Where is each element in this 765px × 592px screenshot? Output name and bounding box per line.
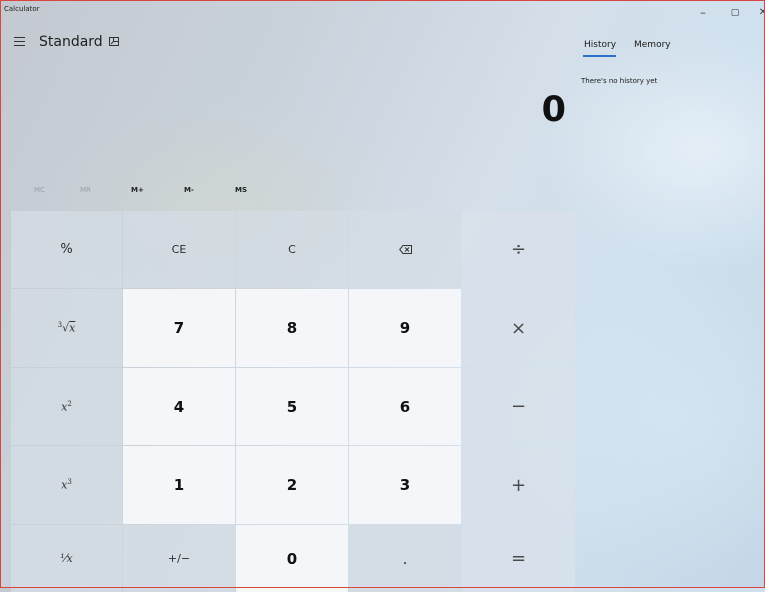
cube-root-var: x [69, 321, 76, 335]
digit-9-label: 9 [399, 319, 411, 337]
reciprocal-button[interactable]: ⅟x [11, 525, 122, 592]
keypad: % CE C ÷ 3√x 7 8 9 × x2 4 5 6 − x3 1 2 3… [11, 211, 575, 592]
subtract-label: − [510, 396, 527, 417]
digit-1-label: 1 [173, 476, 185, 494]
minimize-button[interactable]: – [695, 6, 711, 19]
result-display: 0 [541, 90, 566, 130]
digit-5-button[interactable]: 5 [236, 368, 348, 445]
cube-root-button[interactable]: 3√x [11, 289, 122, 367]
digit-4-button[interactable]: 4 [123, 368, 235, 445]
add-button[interactable]: + [462, 446, 575, 524]
memory-subtract-button[interactable]: M- [184, 186, 194, 194]
memory-recall-button[interactable]: MR [80, 186, 91, 194]
maximize-button[interactable]: ▢ [727, 8, 743, 18]
reciprocal-label: ⅟x [60, 552, 73, 565]
percent-label: % [60, 242, 73, 257]
clear-entry-button[interactable]: CE [123, 211, 235, 288]
add-label: + [510, 474, 527, 496]
cube-exp: 3 [67, 478, 72, 487]
window-title: Calculator [4, 5, 40, 13]
digit-4-label: 4 [173, 397, 185, 416]
digit-7-label: 7 [173, 319, 185, 337]
digit-8-button[interactable]: 8 [236, 289, 348, 367]
multiply-label: × [510, 317, 527, 339]
divide-button[interactable]: ÷ [462, 211, 575, 288]
equals-button[interactable]: = [462, 525, 575, 592]
digit-8-label: 8 [286, 319, 298, 337]
digit-1-button[interactable]: 1 [123, 446, 235, 524]
title-bar[interactable]: Calculator – ▢ ✕ [0, 0, 765, 30]
negate-label: +∕− [167, 552, 191, 565]
digit-2-button[interactable]: 2 [236, 446, 348, 524]
mode-title: Standard [39, 34, 103, 50]
backspace-button[interactable] [349, 211, 461, 288]
square-button[interactable]: x2 [11, 368, 122, 445]
digit-0-label: 0 [286, 549, 298, 568]
multiply-button[interactable]: × [462, 289, 575, 367]
digit-3-button[interactable]: 3 [349, 446, 461, 524]
active-tab-indicator [583, 55, 616, 57]
memory-clear-button[interactable]: MC [34, 186, 45, 194]
memory-add-button[interactable]: M+ [131, 186, 144, 194]
hamburger-menu-icon[interactable] [14, 37, 25, 46]
digit-7-button[interactable]: 7 [123, 289, 235, 367]
square-label: x2 [61, 400, 72, 414]
cube-root-label: 3√x [58, 321, 76, 335]
percent-button[interactable]: % [11, 211, 122, 288]
digit-2-label: 2 [286, 476, 298, 494]
clear-label: C [288, 243, 296, 256]
cube-label: x3 [61, 478, 72, 492]
equals-label: = [510, 548, 527, 569]
digit-6-button[interactable]: 6 [349, 368, 461, 445]
negate-button[interactable]: +∕− [123, 525, 235, 592]
clear-button[interactable]: C [236, 211, 348, 288]
divide-label: ÷ [510, 239, 527, 260]
cube-button[interactable]: x3 [11, 446, 122, 524]
decimal-button[interactable]: . [349, 525, 461, 592]
digit-3-label: 3 [399, 476, 411, 494]
digit-6-label: 6 [399, 397, 411, 416]
keep-on-top-icon[interactable] [109, 37, 119, 46]
digit-0-button[interactable]: 0 [236, 525, 348, 592]
memory-store-button[interactable]: MS [235, 186, 247, 194]
tab-history[interactable]: History [584, 40, 616, 50]
decimal-label: . [402, 549, 408, 568]
square-exp: 2 [67, 399, 72, 408]
history-empty-message: There's no history yet [581, 77, 658, 85]
backspace-icon [398, 245, 412, 254]
clear-entry-label: CE [171, 243, 187, 256]
digit-9-button[interactable]: 9 [349, 289, 461, 367]
digit-5-label: 5 [286, 397, 298, 416]
tab-memory[interactable]: Memory [634, 40, 671, 50]
close-button[interactable]: ✕ [755, 7, 765, 18]
subtract-button[interactable]: − [462, 368, 575, 445]
